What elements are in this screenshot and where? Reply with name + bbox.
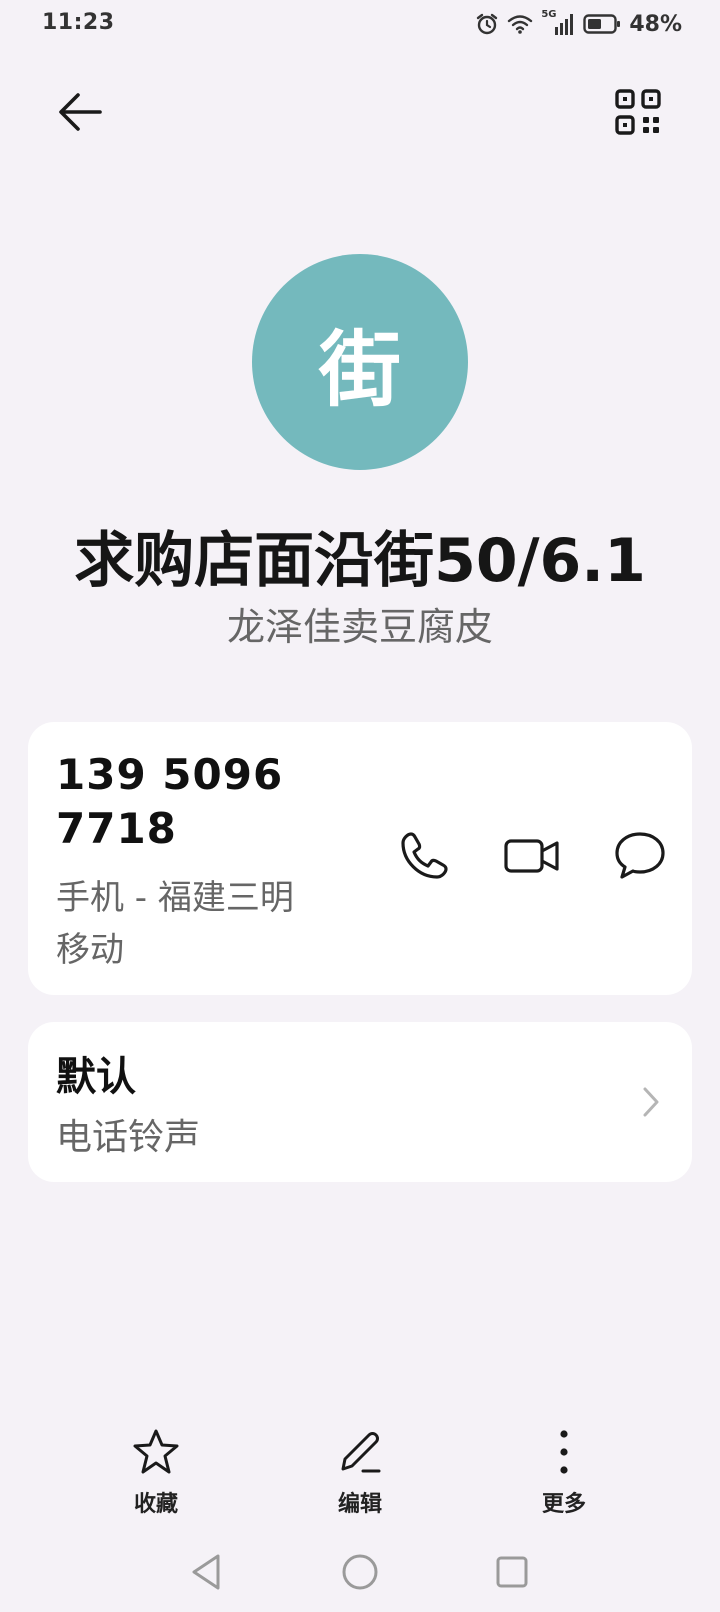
avatar-letter: 街	[318, 322, 401, 418]
phone-number-line: 139 5096	[56, 750, 284, 799]
circle-home-icon	[342, 1554, 378, 1590]
call-button[interactable]	[390, 822, 458, 890]
status-time: 11:23	[42, 10, 115, 35]
contact-detail-screen: 11:23 5G 48% 街 求购店面沿街50/6.1 龙泽佳卖豆腐皮 139 …	[0, 0, 720, 1612]
ringtone-label: 电话铃声	[56, 1117, 201, 1158]
battery-icon	[583, 13, 621, 35]
more-label: 更多	[541, 1492, 586, 1517]
phone-number-card[interactable]: 139 5096 7718 手机 - 福建三明 移动	[28, 722, 692, 995]
signal-icon: 5G	[541, 9, 575, 37]
nav-back-button[interactable]	[182, 1548, 230, 1596]
alarm-icon	[475, 12, 499, 36]
phone-number[interactable]: 139 5096 7718	[56, 748, 376, 856]
wifi-icon	[507, 13, 533, 35]
more-button[interactable]: 更多	[504, 1424, 624, 1524]
nav-recent-button[interactable]	[488, 1548, 536, 1596]
ringtone-value: 默认	[56, 1054, 136, 1100]
edit-button[interactable]: 编辑	[300, 1424, 420, 1524]
triangle-back-icon	[192, 1554, 220, 1590]
nav-home-button[interactable]	[336, 1548, 384, 1596]
message-icon	[615, 832, 665, 879]
back-button[interactable]	[48, 80, 112, 144]
message-button[interactable]	[606, 822, 674, 890]
phone-icon	[401, 832, 448, 879]
star-icon	[133, 1429, 179, 1474]
status-bar: 11:23 5G 48%	[0, 0, 720, 48]
ringtone-card[interactable]: 默认 电话铃声	[28, 1022, 692, 1182]
phone-type-location: 手机 - 福建三明	[56, 878, 294, 918]
status-icons: 5G 48%	[475, 9, 682, 38]
more-vertical-icon	[560, 1430, 568, 1474]
video-call-icon	[504, 839, 559, 873]
edit-label: 编辑	[337, 1492, 382, 1517]
contact-avatar[interactable]: 街	[252, 254, 468, 470]
phone-carrier: 移动	[56, 930, 124, 970]
qr-code-icon	[615, 89, 661, 135]
phone-description: 手机 - 福建三明 移动	[56, 872, 376, 976]
back-arrow-icon	[59, 93, 102, 131]
qr-code-button[interactable]	[606, 80, 670, 144]
battery-percent: 48%	[629, 11, 682, 37]
square-recent-icon	[496, 1556, 528, 1588]
contact-name: 求购店面沿街50/6.1	[74, 526, 646, 596]
pencil-icon	[341, 1432, 381, 1473]
contact-organization: 龙泽佳卖豆腐皮	[226, 605, 493, 649]
chevron-right-icon	[636, 1082, 666, 1122]
favorite-label: 收藏	[133, 1492, 178, 1517]
video-call-button[interactable]	[498, 822, 566, 890]
phone-number-line: 7718	[56, 804, 177, 853]
favorite-button[interactable]: 收藏	[96, 1424, 216, 1524]
